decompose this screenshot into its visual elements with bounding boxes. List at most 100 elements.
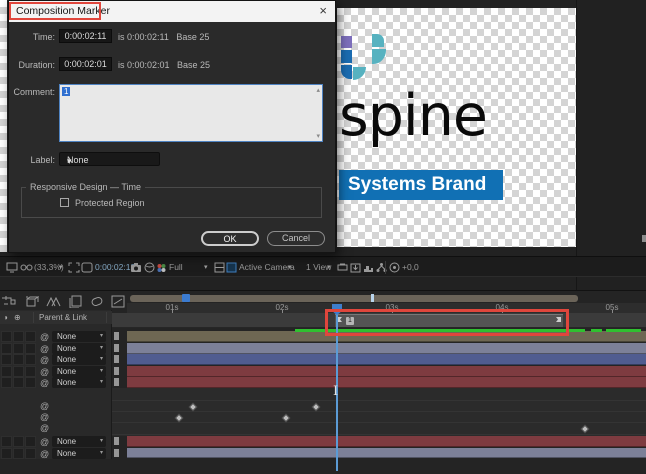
composition-marker-duration[interactable]: 1 bbox=[335, 314, 563, 327]
scroll-down-icon[interactable]: ▾ bbox=[316, 132, 320, 140]
layer-switch-cell[interactable] bbox=[13, 377, 24, 388]
layer-switch-cell[interactable] bbox=[13, 331, 24, 342]
layer-switch-cell[interactable] bbox=[25, 354, 36, 365]
comment-textarea[interactable]: 1 ▴ ▾ bbox=[59, 84, 323, 142]
scroll-up-icon[interactable]: ▴ bbox=[316, 86, 320, 94]
pickwhip-icon[interactable]: @ bbox=[40, 423, 49, 433]
layer-duration-bar[interactable] bbox=[127, 448, 646, 458]
layer-switch-cell[interactable] bbox=[25, 448, 36, 459]
parent-link-dropdown[interactable]: None▾ bbox=[52, 343, 106, 354]
layer-switch-cell[interactable] bbox=[25, 436, 36, 447]
layer-switch-cell[interactable] bbox=[1, 354, 12, 365]
keyframe-diamond[interactable] bbox=[175, 414, 183, 422]
pickwhip-icon[interactable]: @ bbox=[40, 437, 49, 447]
active-camera-dropdown[interactable]: Active Camera bbox=[239, 257, 295, 278]
parent-link-value: None bbox=[57, 355, 76, 364]
parent-link-value: None bbox=[57, 344, 76, 353]
cancel-button[interactable]: Cancel bbox=[267, 231, 325, 246]
layer-switch-cell[interactable] bbox=[25, 366, 36, 377]
banner-text: Systems Brand bbox=[339, 170, 503, 200]
pickwhip-icon[interactable]: @ bbox=[40, 355, 49, 365]
layer-switch-cell[interactable] bbox=[13, 448, 24, 459]
parent-link-value: None bbox=[57, 332, 76, 341]
keyframe-diamond[interactable] bbox=[189, 403, 197, 411]
cache-indicator-segment bbox=[606, 329, 641, 332]
column-header-row: ◑ ⊕ Parent & Link bbox=[0, 311, 112, 324]
layer-switch-cell[interactable] bbox=[25, 343, 36, 354]
resolution-dropdown[interactable]: Full bbox=[169, 257, 183, 278]
layer-switch-cell[interactable] bbox=[13, 366, 24, 377]
pickwhip-icon[interactable]: @ bbox=[40, 378, 49, 388]
marker-end-flag-icon[interactable] bbox=[553, 316, 562, 327]
layer-label-chip[interactable] bbox=[114, 355, 119, 363]
pickwhip-icon[interactable]: @ bbox=[40, 412, 49, 422]
layer-label-chip[interactable] bbox=[114, 344, 119, 352]
time-ruler[interactable]: 01s02s03s04s05s bbox=[127, 303, 646, 313]
protected-region-checkbox[interactable] bbox=[60, 198, 69, 207]
parent-link-dropdown[interactable]: None▾ bbox=[52, 331, 106, 342]
layer-switch-cell[interactable] bbox=[1, 377, 12, 388]
layer-label-chip[interactable] bbox=[114, 332, 119, 340]
target-column-icon: ⊕ bbox=[14, 313, 21, 322]
layer-switch-cell[interactable] bbox=[13, 436, 24, 447]
ruler-tick bbox=[502, 310, 503, 313]
pickwhip-icon[interactable]: @ bbox=[40, 344, 49, 354]
pickwhip-icon[interactable]: @ bbox=[40, 332, 49, 342]
pickwhip-icon[interactable]: @ bbox=[40, 367, 49, 377]
current-time-indicator-handle[interactable] bbox=[332, 304, 342, 311]
chevron-down-icon[interactable]: ▾ bbox=[59, 257, 63, 278]
layer-duration-bar[interactable] bbox=[127, 377, 646, 388]
parent-link-dropdown[interactable]: None▾ bbox=[52, 448, 106, 459]
layer-switch-cell[interactable] bbox=[1, 343, 12, 354]
layer-switch-cell[interactable] bbox=[13, 354, 24, 365]
layer-switch-cell[interactable] bbox=[1, 366, 12, 377]
duration-input[interactable]: 0:00:02:01 bbox=[59, 57, 112, 71]
layer-switch-cell[interactable] bbox=[25, 331, 36, 342]
chevron-down-icon[interactable]: ▾ bbox=[204, 257, 208, 278]
layer-duration-bar[interactable] bbox=[127, 331, 646, 342]
viewport-left-edge bbox=[0, 0, 7, 252]
layer-label-chip[interactable] bbox=[114, 449, 119, 457]
close-icon[interactable]: × bbox=[319, 3, 327, 18]
layer-switch-cell[interactable] bbox=[1, 448, 12, 459]
pickwhip-icon[interactable]: @ bbox=[40, 401, 49, 411]
toolbar-separator bbox=[385, 261, 386, 274]
video-column-icon: ◑ bbox=[3, 313, 8, 322]
layer-label-chip[interactable] bbox=[114, 437, 119, 445]
keyframe-diamond[interactable] bbox=[581, 425, 589, 433]
parent-link-dropdown[interactable]: None▾ bbox=[52, 436, 106, 447]
composition-marker-dialog: Composition Marker × Time: 0:00:02:11 is… bbox=[8, 0, 336, 253]
timeline-panel: ◑ ⊕ Parent & Link 01s02s03s04s05s @None▾… bbox=[0, 290, 646, 474]
layer-duration-bar[interactable] bbox=[127, 366, 646, 377]
panel-grip-icon[interactable] bbox=[642, 235, 646, 242]
parent-link-dropdown[interactable]: None▾ bbox=[52, 366, 106, 377]
chevron-down-icon[interactable]: ▾ bbox=[327, 257, 331, 278]
exposure-offset[interactable]: +0,0 bbox=[402, 257, 419, 278]
layer-switch-cell[interactable] bbox=[13, 343, 24, 354]
layer-switch-cell[interactable] bbox=[25, 377, 36, 388]
layer-switch-cell[interactable] bbox=[1, 331, 12, 342]
layer-duration-bar[interactable] bbox=[127, 343, 646, 354]
layer-label-chip[interactable] bbox=[114, 378, 119, 386]
chevron-down-icon[interactable]: ▾ bbox=[288, 257, 292, 278]
layer-switch-cell[interactable] bbox=[1, 436, 12, 447]
comment-selected-text: 1 bbox=[62, 87, 70, 96]
keyframe-diamond[interactable] bbox=[282, 414, 290, 422]
pickwhip-icon[interactable]: @ bbox=[40, 449, 49, 459]
layer-duration-bar[interactable] bbox=[127, 436, 646, 447]
keyframe-diamond[interactable] bbox=[312, 403, 320, 411]
logo-mark-blue-corner bbox=[341, 65, 352, 79]
label-dropdown[interactable]: None ▾ bbox=[59, 152, 160, 166]
parent-link-dropdown[interactable]: None▾ bbox=[52, 377, 106, 388]
chevron-down-icon: ▾ bbox=[100, 367, 103, 374]
time-input[interactable]: 0:00:02:11 bbox=[59, 29, 112, 43]
layer-duration-bar[interactable] bbox=[127, 354, 646, 365]
ruler-tick bbox=[392, 310, 393, 313]
ok-button[interactable]: OK bbox=[201, 231, 259, 246]
column-divider bbox=[33, 312, 34, 323]
parent-link-dropdown[interactable]: None▾ bbox=[52, 354, 106, 365]
logo-mark-teal-quarter bbox=[372, 49, 386, 64]
layer-label-chip[interactable] bbox=[114, 367, 119, 375]
responsive-design-title: Responsive Design — Time bbox=[26, 182, 145, 192]
parent-link-header: Parent & Link bbox=[39, 313, 87, 322]
